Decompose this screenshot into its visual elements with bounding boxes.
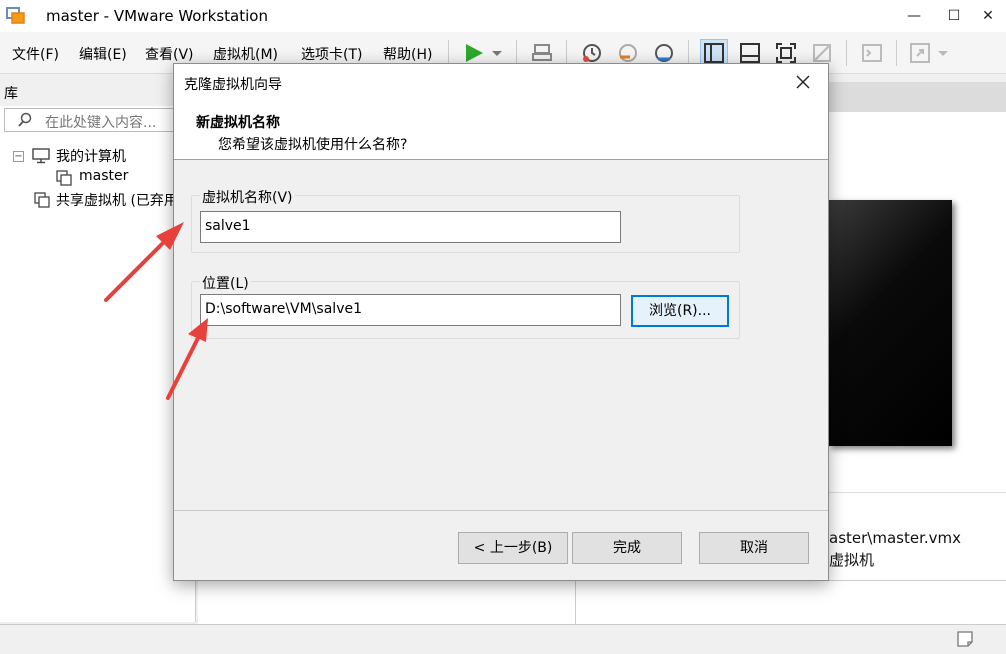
snapshot-manager-icon[interactable]	[652, 41, 676, 65]
vm-screen-preview[interactable]	[828, 200, 952, 446]
stretch-dropdown-icon[interactable]	[936, 41, 950, 65]
thumbnail-bar-icon[interactable]	[738, 41, 762, 65]
cancel-button[interactable]: 取消	[699, 532, 809, 564]
vm-name-input[interactable]: salve1	[200, 211, 621, 243]
maximize-button[interactable]: ☐	[944, 6, 964, 26]
menu-vm[interactable]: 虚拟机(M)	[213, 44, 278, 64]
dialog-close-button[interactable]	[792, 71, 814, 93]
dialog-titlebar: 克隆虚拟机向导	[174, 64, 828, 102]
play-icon[interactable]	[462, 41, 486, 65]
library-panel: 库 在此处键入内容... − 我的计算机 master 共享虚拟机 (已弃用)	[0, 76, 196, 622]
status-bar	[0, 624, 1006, 654]
vmware-logo-icon	[6, 7, 25, 24]
vm-details-area	[198, 580, 1006, 624]
play-dropdown-icon[interactable]	[490, 41, 504, 65]
vm-type-text: 虚拟机	[829, 551, 875, 569]
close-window-button[interactable]: ✕	[978, 6, 998, 26]
back-button[interactable]: < 上一步(B)	[458, 532, 568, 564]
window-titlebar: master - VMware Workstation — ☐ ✕	[0, 0, 1006, 32]
unity-icon[interactable]	[810, 41, 834, 65]
step-title: 新虚拟机名称	[196, 115, 280, 131]
tab-strip	[828, 82, 1006, 112]
menu-view[interactable]: 查看(V)	[145, 44, 194, 64]
location-input[interactable]: D:\software\VM\salve1	[200, 294, 621, 326]
library-search-input[interactable]: 在此处键入内容...	[4, 108, 192, 132]
tree-item-master[interactable]: master	[79, 168, 128, 184]
menu-edit[interactable]: 编辑(E)	[79, 44, 127, 64]
finish-button[interactable]: 完成	[572, 532, 682, 564]
tree-item-my-computer[interactable]: 我的计算机	[56, 146, 126, 166]
dialog-title: 克隆虚拟机向导	[184, 77, 282, 93]
search-icon	[18, 112, 32, 127]
footer-divider	[174, 510, 828, 511]
dialog-header: 新虚拟机名称 您希望该虚拟机使用什么名称?	[174, 102, 828, 160]
search-placeholder: 在此处键入内容...	[45, 115, 157, 131]
close-icon	[796, 75, 810, 89]
shared-vm-icon	[34, 192, 50, 208]
browse-button[interactable]: 浏览(R)...	[631, 295, 729, 327]
stretch-icon[interactable]	[908, 41, 932, 65]
console-icon[interactable]	[860, 41, 884, 65]
tree-collapse-toggle[interactable]: −	[13, 151, 24, 162]
location-label: 位置(L)	[200, 273, 251, 293]
vmx-path-text: aster\master.vmx	[829, 529, 961, 547]
revert-snapshot-icon[interactable]	[616, 41, 640, 65]
fullscreen-icon[interactable]	[774, 41, 798, 65]
vm-name-label: 虚拟机名称(V)	[200, 187, 295, 207]
minimize-button[interactable]: —	[904, 6, 924, 26]
clone-vm-wizard-dialog: 克隆虚拟机向导 新虚拟机名称 您希望该虚拟机使用什么名称? 虚拟机名称(V) s…	[173, 63, 829, 581]
menu-file[interactable]: 文件(F)	[12, 44, 59, 64]
menu-tabs[interactable]: 选项卡(T)	[301, 44, 362, 64]
window-title: master - VMware Workstation	[46, 7, 268, 25]
library-title: 库	[0, 76, 195, 106]
step-subtitle: 您希望该虚拟机使用什么名称?	[218, 137, 408, 153]
vm-icon	[56, 170, 72, 186]
computer-icon	[32, 148, 50, 164]
message-log-icon[interactable]	[956, 630, 974, 648]
send-keys-icon[interactable]	[530, 41, 554, 65]
snapshot-icon[interactable]	[580, 41, 604, 65]
menu-help[interactable]: 帮助(H)	[383, 44, 432, 64]
